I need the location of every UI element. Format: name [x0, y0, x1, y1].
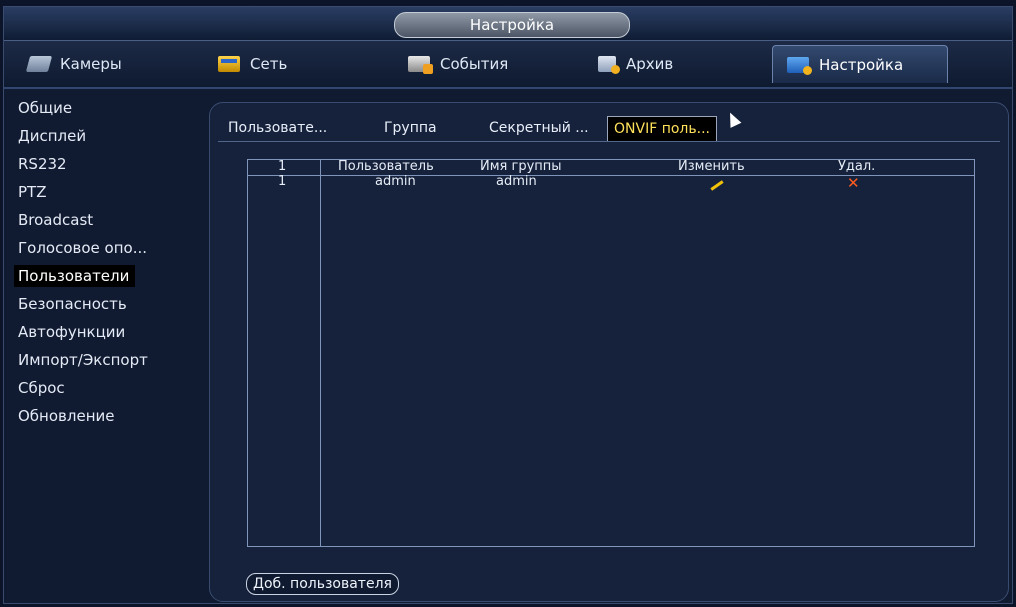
title-bar: Настройка: [4, 7, 1012, 41]
header-num: 1: [278, 159, 287, 174]
events-icon: [408, 56, 433, 74]
sidebar-item-voice[interactable]: Голосовое опо...: [14, 237, 153, 259]
pencil-icon[interactable]: [710, 180, 724, 191]
delete-icon[interactable]: ✕: [847, 174, 860, 192]
sidebar-item-rs232[interactable]: RS232: [14, 153, 73, 175]
row-num: 1: [278, 174, 287, 189]
nav-tab-label: Настройка: [819, 55, 904, 74]
nav-tab-cameras[interactable]: Камеры: [14, 45, 184, 83]
header-edit: Изменить: [678, 159, 745, 174]
column-divider: [320, 160, 321, 546]
tab-onvif-users[interactable]: ONVIF поль...: [607, 116, 717, 141]
tab-group[interactable]: Группа: [378, 116, 443, 140]
nav-tab-events[interactable]: События: [394, 45, 569, 83]
settings-icon: [787, 56, 812, 75]
settings-sidebar: Общие Дисплей RS232 PTZ Broadcast Голосо…: [4, 92, 204, 603]
header-group[interactable]: Имя группы: [480, 159, 562, 174]
sidebar-item-ptz[interactable]: PTZ: [14, 181, 52, 203]
sidebar-item-reset[interactable]: Сброс: [14, 377, 71, 399]
sidebar-item-import-export[interactable]: Импорт/Экспорт: [14, 349, 154, 371]
nav-tab-label: Сеть: [250, 55, 288, 73]
header-user[interactable]: Пользователь: [338, 159, 434, 174]
window-title: Настройка: [394, 12, 630, 38]
add-user-button[interactable]: Доб. пользователя: [246, 573, 399, 595]
top-navigation: Камеры Сеть События Архив Настройка: [4, 41, 1012, 89]
camera-icon: [25, 56, 53, 72]
nav-tab-archive[interactable]: Архив: [584, 45, 754, 83]
sidebar-item-general[interactable]: Общие: [14, 97, 78, 119]
row-group: admin: [496, 174, 537, 189]
tab-secret[interactable]: Секретный ...: [483, 116, 595, 140]
tab-users[interactable]: Пользовате...: [222, 116, 333, 140]
subtab-divider: [218, 141, 1000, 142]
nav-tab-network[interactable]: Сеть: [204, 45, 374, 83]
sidebar-item-broadcast[interactable]: Broadcast: [14, 209, 99, 231]
network-icon: [218, 56, 240, 72]
archive-icon: [598, 56, 620, 74]
nav-tab-label: Камеры: [60, 55, 122, 73]
nav-tab-label: События: [440, 55, 509, 73]
users-panel: Пользовате... Группа Секретный ... ONVIF…: [209, 102, 1009, 602]
header-divider: [248, 175, 974, 176]
sidebar-item-display[interactable]: Дисплей: [14, 125, 92, 147]
settings-window: Настройка Камеры Сеть События Архив Наст…: [3, 6, 1013, 604]
sidebar-item-security[interactable]: Безопасность: [14, 293, 133, 315]
nav-tab-label: Архив: [626, 55, 674, 73]
header-delete: Удал.: [838, 159, 876, 174]
nav-tab-settings[interactable]: Настройка: [772, 45, 948, 83]
users-table: 1 Пользователь Имя группы Изменить Удал.…: [247, 159, 975, 547]
sidebar-item-autofunctions[interactable]: Автофункции: [14, 321, 131, 343]
sidebar-item-update[interactable]: Обновление: [14, 405, 120, 427]
row-user: admin: [375, 174, 416, 189]
sidebar-item-users[interactable]: Пользователи: [14, 265, 136, 287]
